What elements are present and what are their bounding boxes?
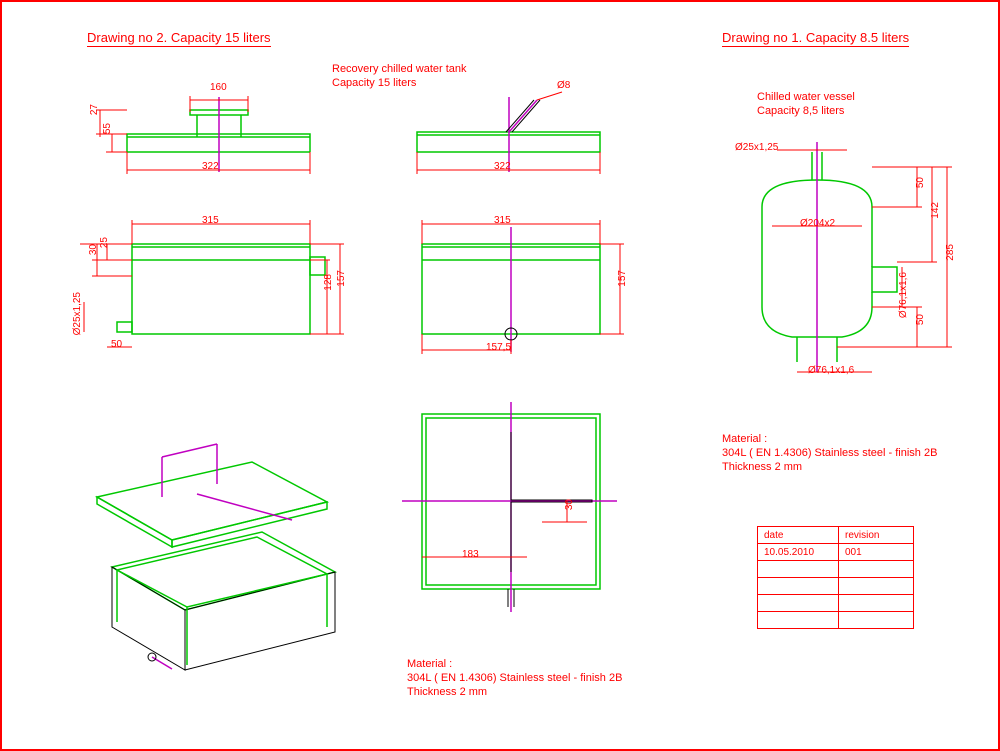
dim-157a: 157: [336, 270, 347, 287]
dim-285: 285: [945, 244, 956, 261]
dim-50: 50: [111, 339, 122, 350]
table-row: [758, 612, 914, 629]
d1-mat2: 304L ( EN 1.4306) Stainless steel - fini…: [722, 446, 937, 460]
dim-128: 128: [323, 274, 334, 291]
drawing1-desc: Chilled water vessel Capacity 8,5 liters: [757, 90, 855, 118]
dim-30a: 30: [88, 244, 99, 255]
view-d2-plan: [392, 402, 632, 612]
rev-date: 10.05.2010: [758, 544, 839, 561]
dim-157b: 157: [617, 270, 628, 287]
drawing2-title: Drawing no 2. Capacity 15 liters: [87, 30, 271, 45]
dim-1575: 157,5: [486, 342, 511, 353]
dim-d8: Ø8: [557, 80, 570, 91]
d1-mat3: Thickness 2 mm: [722, 460, 937, 474]
dim-142: 142: [930, 202, 941, 219]
drawing1-desc2: Capacity 8,5 liters: [757, 104, 855, 118]
revision-table: date revision 10.05.2010 001: [757, 526, 914, 629]
dim-160: 160: [210, 82, 227, 93]
dim-315b: 315: [494, 215, 511, 226]
dim-183: 183: [462, 549, 479, 560]
rev-h-date: date: [758, 527, 839, 544]
view-d1-vessel: [702, 132, 972, 382]
table-row: [758, 578, 914, 595]
rev-h-rev: revision: [839, 527, 914, 544]
dim-55: 55: [102, 123, 113, 134]
view-d2-side: [382, 202, 642, 362]
dim-761b: Ø76,1x1,6: [808, 365, 854, 376]
dim-d25x125b: Ø25x1,25: [735, 142, 778, 153]
view-d2-3d: [57, 422, 357, 692]
view-d2-top: [82, 82, 342, 192]
drawing1-desc1: Chilled water vessel: [757, 90, 855, 104]
dim-d1-50a: 50: [915, 177, 926, 188]
dim-315a: 315: [202, 215, 219, 226]
dim-25x125: Ø25x1,25: [72, 292, 83, 335]
rev-rev: 001: [839, 544, 914, 561]
d2-mat2: 304L ( EN 1.4306) Stainless steel - fini…: [407, 671, 622, 685]
dim-d1-50b: 50: [915, 314, 926, 325]
drawing2-desc1: Recovery chilled water tank: [332, 62, 467, 76]
drawing-sheet: Drawing no 2. Capacity 15 liters Drawing…: [0, 0, 1000, 751]
dim-25: 25: [99, 237, 110, 248]
table-row: 10.05.2010 001: [758, 544, 914, 561]
d2-material: Material : 304L ( EN 1.4306) Stainless s…: [407, 657, 622, 699]
view-d2-top2: [372, 82, 622, 192]
dim-204x2: Ø204x2: [800, 218, 835, 229]
d1-mat1: Material :: [722, 432, 937, 446]
dim-30b: 30: [564, 499, 575, 510]
drawing1-title-text: Drawing no 1. Capacity 8.5 liters: [722, 30, 909, 47]
drawing1-title: Drawing no 1. Capacity 8.5 liters: [722, 30, 909, 45]
drawing2-title-text: Drawing no 2. Capacity 15 liters: [87, 30, 271, 47]
d2-mat3: Thickness 2 mm: [407, 685, 622, 699]
dim-322b: 322: [494, 161, 511, 172]
dim-322a: 322: [202, 161, 219, 172]
table-row: [758, 561, 914, 578]
view-d2-front: [72, 202, 352, 362]
table-row: [758, 595, 914, 612]
dim-761a: Ø76,1x1,6: [898, 272, 909, 318]
d1-material: Material : 304L ( EN 1.4306) Stainless s…: [722, 432, 937, 474]
d2-mat1: Material :: [407, 657, 622, 671]
table-row: date revision: [758, 527, 914, 544]
dim-27: 27: [89, 104, 100, 115]
